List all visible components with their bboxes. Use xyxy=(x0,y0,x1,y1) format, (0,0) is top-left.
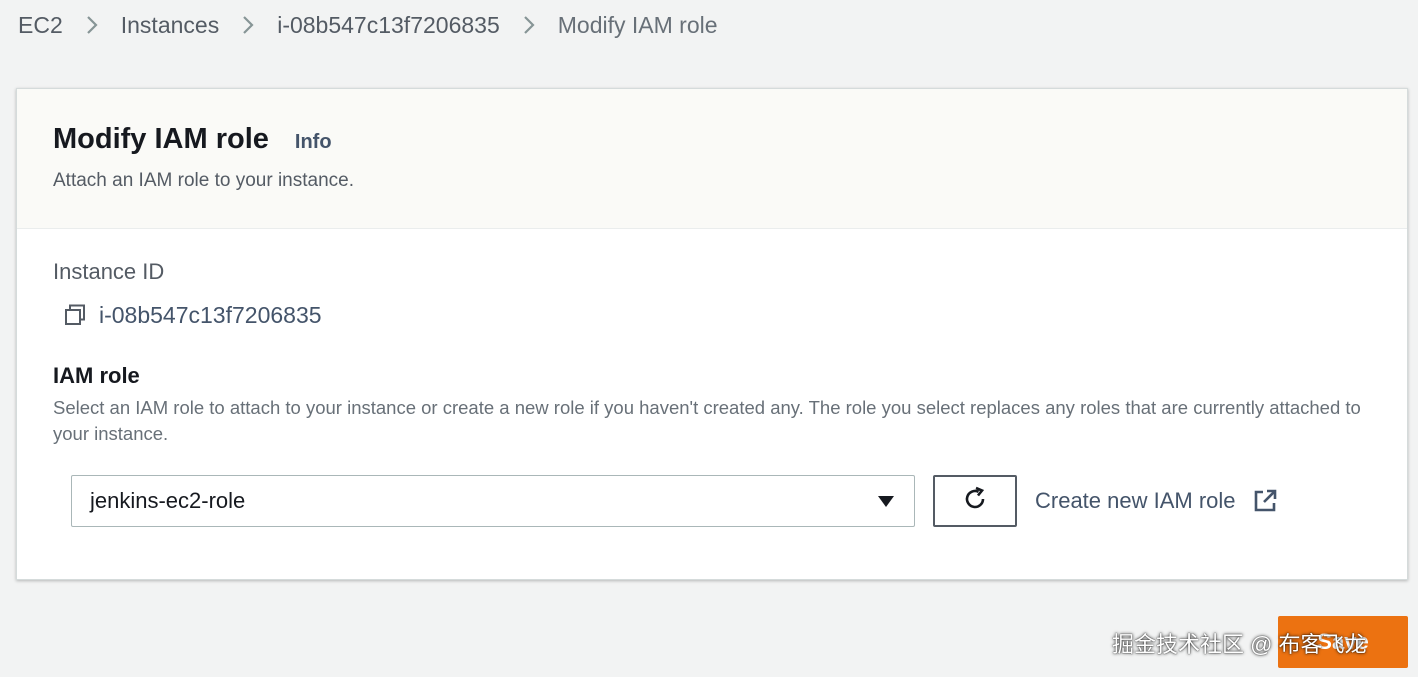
iam-role-select[interactable]: jenkins-ec2-role xyxy=(71,475,915,527)
create-new-iam-role-label: Create new IAM role xyxy=(1035,488,1236,513)
modify-iam-role-panel: Modify IAM role Info Attach an IAM role … xyxy=(16,88,1408,580)
external-link-icon xyxy=(1252,488,1278,514)
chevron-right-icon xyxy=(85,14,99,36)
page-title: Modify IAM role xyxy=(53,123,269,155)
panel-body: Instance ID i-08b547c13f7206835 IAM role… xyxy=(17,229,1407,527)
chevron-right-icon xyxy=(522,14,536,36)
create-new-iam-role-link[interactable]: Create new IAM role xyxy=(1035,488,1278,514)
copy-icon[interactable] xyxy=(61,301,89,329)
refresh-button[interactable] xyxy=(933,475,1017,527)
caret-down-icon xyxy=(878,495,894,507)
breadcrumb-instance-id[interactable]: i-08b547c13f7206835 xyxy=(277,12,500,39)
breadcrumb-instances[interactable]: Instances xyxy=(121,12,219,39)
iam-role-label: IAM role xyxy=(53,363,140,388)
breadcrumb-current: Modify IAM role xyxy=(557,11,718,38)
breadcrumb: EC2 Instances i-08b547c13f7206835 Modify… xyxy=(18,8,718,42)
instance-id-row: i-08b547c13f7206835 xyxy=(53,301,1371,329)
iam-role-selected-value: jenkins-ec2-role xyxy=(90,488,246,513)
iam-role-description: Select an IAM role to attach to your ins… xyxy=(53,397,1361,444)
save-button[interactable]: Save xyxy=(1278,616,1408,668)
breadcrumb-ec2[interactable]: EC2 xyxy=(18,12,63,39)
refresh-icon xyxy=(960,484,990,519)
instance-id-value: i-08b547c13f7206835 xyxy=(99,301,322,328)
chevron-right-icon xyxy=(241,14,255,36)
panel-header: Modify IAM role Info Attach an IAM role … xyxy=(17,89,1407,229)
info-link[interactable]: Info xyxy=(295,131,332,154)
iam-role-controls: jenkins-ec2-role Create new IAM role xyxy=(71,475,1371,527)
save-button-label: Save xyxy=(1317,629,1369,654)
page-description: Attach an IAM role to your instance. xyxy=(53,170,354,191)
instance-id-label: Instance ID xyxy=(53,259,165,284)
